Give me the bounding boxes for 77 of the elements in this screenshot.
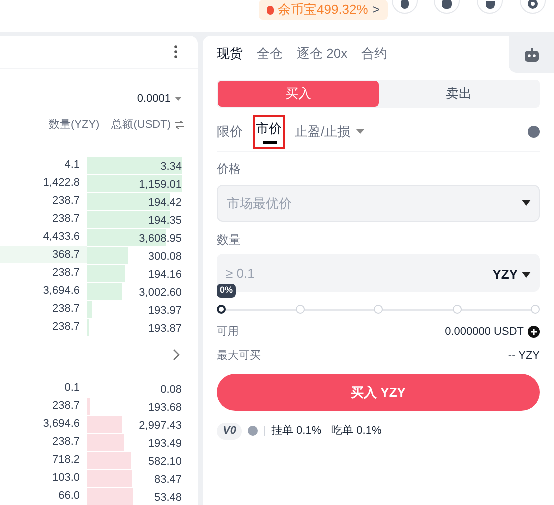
account-tab[interactable]: 现货 [217, 44, 243, 64]
slider[interactable] [217, 305, 540, 315]
slider-step[interactable] [452, 305, 462, 314]
robot-tab[interactable] [509, 36, 554, 73]
quantity-cell-text: 103.0 [51, 470, 80, 486]
flame-icon [267, 6, 274, 14]
quantity-cell-text: 238.7 [51, 212, 80, 227]
side-tab[interactable]: 卖出 [378, 81, 539, 107]
side-tab[interactable]: 买入 [218, 81, 378, 107]
swap-icon[interactable] [175, 120, 184, 129]
total-cell-text: 0.08 [160, 382, 182, 398]
quantity-cell-text: 238.7 [51, 266, 80, 281]
available-label: 可用 [217, 325, 239, 340]
total-cell-text: 194.35 [148, 214, 182, 229]
account-tab[interactable]: 合约 [362, 44, 388, 64]
total-cell-text: 300.08 [148, 250, 182, 265]
caret-down-icon [175, 97, 182, 102]
total-cell-text: 2,997.43 [139, 418, 182, 434]
total-cell-text: 193.87 [148, 322, 182, 337]
order-type-tab[interactable]: 止盈/止损 [295, 122, 365, 142]
promo-text: 余币宝499.32% [278, 1, 368, 20]
account-tab[interactable]: 逐仓 20x [297, 44, 348, 64]
slider-tooltip: 0% [217, 284, 236, 298]
total-cell-text: 53.48 [154, 490, 182, 505]
total-cell-text: 194.42 [148, 196, 182, 211]
total-cell-text: 193.49 [148, 436, 182, 452]
quantity-cell-text: 368.7 [51, 248, 80, 263]
taker-fee: 吃单 0.1% [332, 424, 382, 439]
caret-down-icon [522, 200, 531, 206]
caret-down-icon [522, 272, 531, 278]
vip-tier-badge: V0 [217, 423, 242, 440]
slider-step[interactable] [296, 305, 304, 314]
quantity-cell-text: 1,422.8 [42, 176, 80, 191]
slider-thumb[interactable] [217, 305, 226, 314]
quantity-cell-text: 3,694.6 [42, 416, 80, 432]
total-cell-text: 3.34 [160, 160, 182, 175]
total-cell-text: 194.16 [148, 268, 182, 283]
quantity-cell-text: 238.7 [51, 320, 80, 335]
available-value: 0.000000 USDT [445, 325, 524, 340]
slider-step[interactable] [531, 305, 540, 314]
max-buy-value: -- YZY [508, 348, 540, 364]
robot-icon [524, 48, 540, 62]
slider-step[interactable] [374, 305, 383, 314]
column-header: 数量(YZY) [48, 118, 100, 133]
chevron-right-icon[interactable] [173, 348, 180, 361]
order-type-tab[interactable]: 限价 [217, 122, 243, 142]
amount-label: 数量 [217, 232, 241, 249]
more-icon[interactable] [174, 45, 178, 60]
quantity-cell-text: 238.7 [51, 302, 80, 317]
column-header: 总额(USDT) [112, 118, 171, 133]
quantity-cell-text: 238.7 [51, 398, 80, 414]
total-cell-text: 582.10 [148, 454, 182, 470]
price-label: 价格 [217, 161, 241, 178]
plus-icon[interactable] [528, 326, 540, 338]
total-cell-text: 83.47 [154, 472, 182, 488]
total-cell-text: 3,002.60 [139, 286, 182, 301]
account-tab[interactable]: 全仓 [257, 44, 283, 64]
quantity-cell-text: 4.1 [64, 158, 80, 173]
promo-arrow: > [372, 1, 380, 20]
total-cell-text: 193.97 [148, 304, 182, 319]
quantity-cell-text: 66.0 [58, 488, 80, 504]
total-cell-text: 193.68 [148, 400, 182, 416]
order-type-tab[interactable]: 市价 [253, 114, 285, 148]
unit-selector[interactable]: YZY [492, 265, 531, 284]
total-cell-text: 1,159.01 [139, 178, 182, 193]
quantity-cell-text: 0.1 [64, 380, 80, 396]
max-buy-label: 最大可买 [217, 348, 261, 364]
quantity-cell-text: 3,694.6 [42, 284, 80, 299]
promo-badge[interactable]: 余币宝499.32% > [259, 0, 388, 20]
total-cell-text: 3,608.95 [139, 232, 182, 247]
buy-button[interactable]: 买入 YZY [217, 374, 540, 411]
quantity-cell-text: 4,433.6 [42, 230, 80, 245]
precision-select[interactable]: 0.0001 [137, 91, 182, 108]
quantity-cell-text: 718.2 [51, 452, 80, 468]
quantity-cell-text: 238.7 [51, 194, 80, 209]
maker-fee: 挂单 0.1% [271, 424, 322, 439]
quantity-cell-text: 238.7 [51, 434, 80, 450]
